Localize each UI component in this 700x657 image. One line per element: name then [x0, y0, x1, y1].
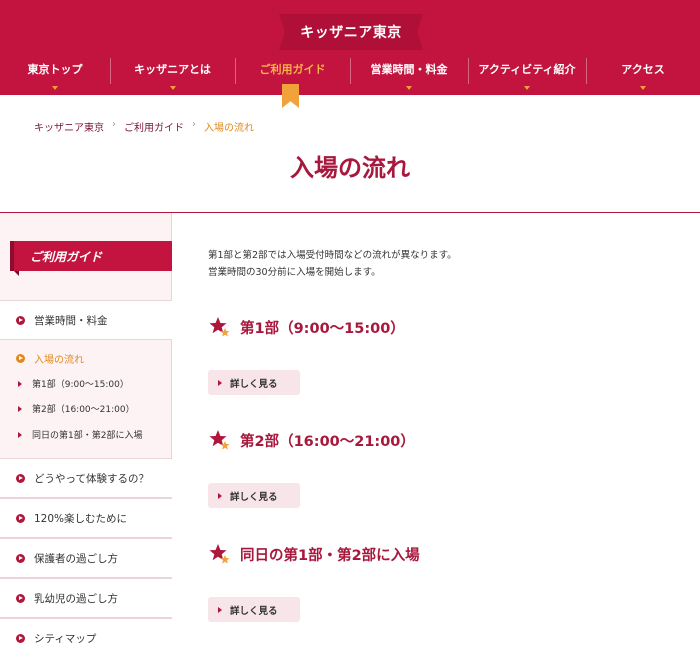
- global-nav: 東京トップ キッザニアとは ご利用ガイド 営業時間・料金 アクティビティ紹介 ア…: [0, 54, 700, 90]
- sidebar-item-label: 保護者の過ごし方: [34, 552, 118, 565]
- caret-right-icon: [18, 380, 22, 387]
- chevron-down-icon: [640, 86, 646, 90]
- nav-activities[interactable]: アクティビティ紹介: [468, 54, 586, 90]
- nav-label: アクティビティ紹介: [478, 63, 576, 76]
- chevron-down-icon: [406, 86, 412, 90]
- sidebar-item-how-to[interactable]: どうやって体験するの？: [0, 458, 172, 498]
- section-title-text: 同日の第1部・第2部に入場: [240, 547, 420, 564]
- nav-label: ご利用ガイド: [259, 63, 326, 76]
- sidebar-item-label: 乳幼児の過ごし方: [34, 592, 118, 605]
- sidebar-item-label: 営業時間・料金: [34, 314, 108, 327]
- active-bookmark-icon: [282, 84, 299, 108]
- sidebar-sub-both[interactable]: 同日の第1部・第2部に入場: [18, 428, 142, 441]
- caret-right-icon: [218, 492, 222, 499]
- sidebar-item-guardians[interactable]: 保護者の過ごし方: [0, 538, 172, 578]
- intro-line: 営業時間の30分前に入場を開始します。: [208, 267, 381, 278]
- page-title: 入場の流れ: [290, 154, 410, 182]
- sidebar-sub-part2[interactable]: 第2部（16:00～21:00）: [18, 402, 135, 415]
- site-header: キッザニア東京 東京トップ キッザニアとは ご利用ガイド 営業時間・料金 アクテ…: [0, 0, 700, 95]
- breadcrumb-separator: ›: [192, 119, 196, 130]
- arrow-circle-icon: [16, 473, 25, 483]
- star-icon: [209, 317, 230, 337]
- caret-right-icon: [218, 379, 222, 386]
- sidebar-sub-label: 第1部（9:00～15:00）: [32, 380, 129, 390]
- caret-right-icon: [18, 405, 22, 412]
- sidebar-item-hours[interactable]: 営業時間・料金: [0, 300, 172, 340]
- caret-right-icon: [18, 431, 22, 438]
- detail-button-both[interactable]: 詳しく見る: [208, 597, 300, 622]
- intro-text: 第1部と第2部では入場受付時間などの流れが異なります。 営業時間の30分前に入場…: [208, 247, 457, 281]
- star-icon: [209, 544, 230, 564]
- nav-about[interactable]: キッザニアとは: [110, 54, 235, 90]
- nav-guide[interactable]: ご利用ガイド: [235, 54, 350, 84]
- breadcrumb-separator: ›: [112, 119, 116, 130]
- arrow-circle-icon: [16, 354, 25, 363]
- site-logo[interactable]: キッザニア東京: [279, 22, 423, 42]
- sidebar-heading-fold: [14, 271, 19, 276]
- sidebar-item-label: シティマップ: [34, 632, 97, 645]
- section-title-part1: 第1部（9:00～15:00）: [209, 316, 405, 338]
- detail-button-part1[interactable]: 詳しく見る: [208, 370, 300, 395]
- sidebar-current-item[interactable]: 入場の流れ: [16, 351, 84, 366]
- chevron-down-icon: [169, 86, 176, 90]
- arrow-circle-icon: [16, 553, 25, 563]
- sidebar-heading[interactable]: ご利用ガイド: [14, 241, 172, 271]
- breadcrumb-current: 入場の流れ: [204, 123, 254, 134]
- sidebar-item-label: 入場の流れ: [34, 355, 84, 366]
- sidebar-sub-part1[interactable]: 第1部（9:00～15:00）: [18, 377, 129, 390]
- nav-hours-fees[interactable]: 営業時間・料金: [350, 54, 468, 90]
- section-title-part2: 第2部（16:00～21:00）: [209, 429, 415, 451]
- detail-button-label: 詳しく見る: [230, 605, 278, 617]
- section-title-text: 第1部（9:00～15:00）: [240, 320, 405, 337]
- detail-button-part2[interactable]: 詳しく見る: [208, 483, 300, 508]
- arrow-circle-icon: [16, 593, 25, 603]
- chevron-down-icon: [52, 86, 58, 90]
- breadcrumb-guide[interactable]: ご利用ガイド: [124, 119, 184, 134]
- arrow-circle-icon: [16, 315, 25, 325]
- chevron-down-icon: [524, 86, 530, 90]
- caret-right-icon: [218, 606, 222, 613]
- breadcrumb: キッザニア東京 › ご利用ガイド › 入場の流れ: [34, 119, 254, 134]
- arrow-circle-icon: [16, 513, 25, 523]
- nav-label: 東京トップ: [27, 63, 83, 76]
- section-title-text: 第2部（16:00～21:00）: [240, 433, 415, 450]
- section-title-both: 同日の第1部・第2部に入場: [209, 543, 420, 565]
- star-icon: [209, 430, 230, 450]
- sidebar-item-city-map[interactable]: シティマップ: [0, 618, 172, 657]
- sidebar-item-label: どうやって体験するの？: [34, 472, 149, 485]
- nav-access[interactable]: アクセス: [586, 54, 700, 90]
- nav-tokyo-top[interactable]: 東京トップ: [0, 54, 110, 90]
- sidebar-item-enjoy[interactable]: 120%楽しむために: [0, 498, 172, 538]
- arrow-circle-icon: [16, 633, 25, 643]
- nav-label: キッザニアとは: [134, 63, 211, 76]
- nav-label: 営業時間・料金: [370, 63, 448, 76]
- sidebar-sub-label: 第2部（16:00～21:00）: [32, 405, 135, 415]
- sidebar-item-label: 120%楽しむために: [34, 512, 128, 525]
- nav-label: アクセス: [621, 63, 665, 76]
- detail-button-label: 詳しく見る: [230, 491, 278, 503]
- breadcrumb-home[interactable]: キッザニア東京: [34, 119, 104, 134]
- detail-button-label: 詳しく見る: [230, 378, 278, 390]
- sidebar-sub-label: 同日の第1部・第2部に入場: [32, 431, 143, 441]
- sidebar-item-infants[interactable]: 乳幼児の過ごし方: [0, 578, 172, 618]
- intro-line: 第1部と第2部では入場受付時間などの流れが異なります。: [208, 250, 457, 261]
